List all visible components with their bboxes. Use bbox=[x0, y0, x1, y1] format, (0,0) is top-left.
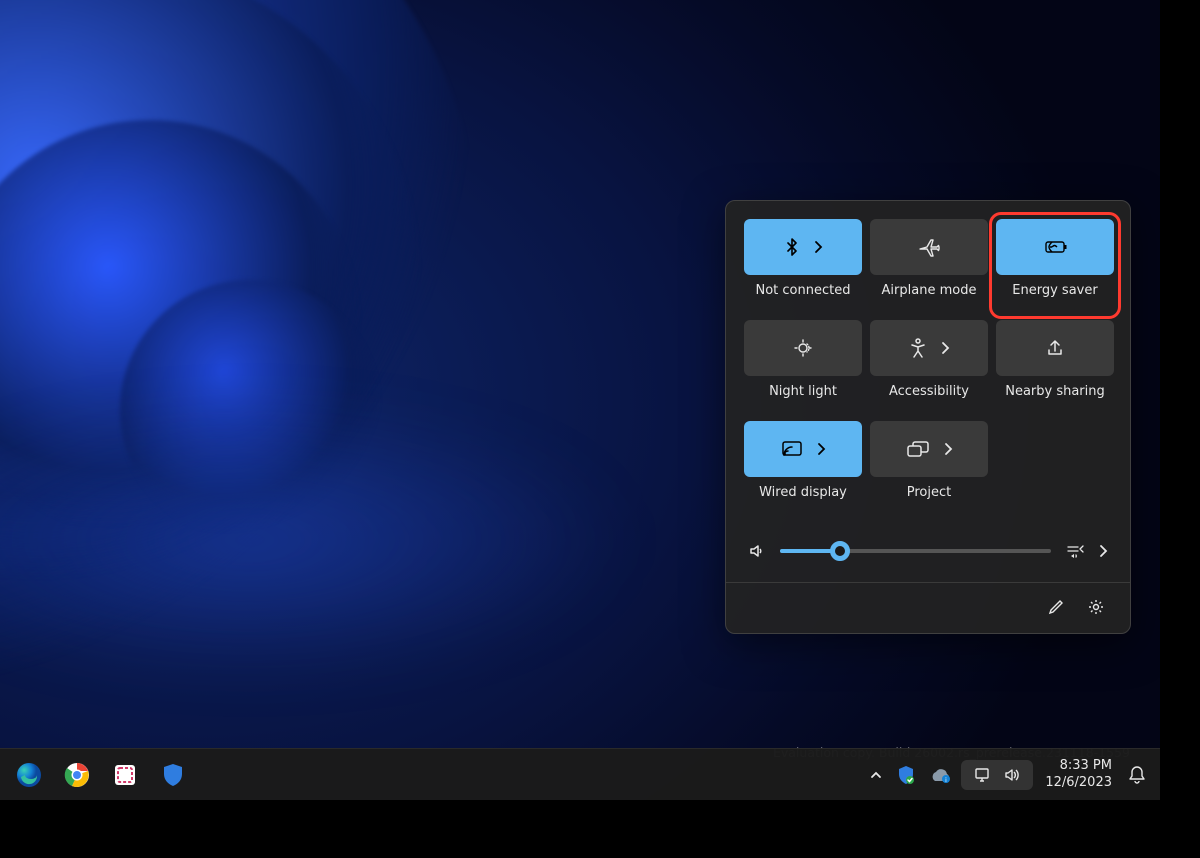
taskbar-chrome-icon[interactable] bbox=[56, 754, 98, 796]
tile-cast[interactable] bbox=[744, 421, 862, 477]
tile-nearby-sharing[interactable] bbox=[996, 320, 1114, 376]
tile-accessibility-wrap: Accessibility bbox=[870, 320, 988, 413]
edit-quick-settings-button[interactable] bbox=[1046, 597, 1066, 617]
notifications-button[interactable] bbox=[1124, 765, 1150, 785]
desktop: Not connected Airplane mode Energy bbox=[0, 0, 1160, 800]
settings-button[interactable] bbox=[1086, 597, 1106, 617]
tile-airplane[interactable] bbox=[870, 219, 988, 275]
cast-icon bbox=[781, 440, 803, 458]
taskbar-security-icon[interactable] bbox=[152, 754, 194, 796]
tile-night-light[interactable] bbox=[744, 320, 862, 376]
quick-settings-tiles: Not connected Airplane mode Energy bbox=[744, 219, 1112, 514]
network-icon bbox=[973, 766, 991, 784]
tile-energy-highlight: Energy saver bbox=[989, 212, 1121, 319]
tile-accessibility-label: Accessibility bbox=[889, 384, 969, 399]
speaker-icon bbox=[1003, 766, 1021, 784]
tray-security-icon[interactable] bbox=[893, 765, 919, 785]
accessibility-icon bbox=[909, 338, 927, 358]
taskbar-pinned-apps bbox=[8, 754, 194, 796]
chevron-right-icon bbox=[814, 240, 823, 254]
audio-output-icon[interactable] bbox=[1065, 542, 1085, 560]
chevron-right-icon bbox=[944, 442, 953, 456]
tile-cast-wrap: Wired display bbox=[744, 421, 862, 514]
chevron-right-icon bbox=[817, 442, 826, 456]
chevron-right-icon bbox=[941, 341, 950, 355]
tile-nightlight-wrap: Night light bbox=[744, 320, 862, 413]
quick-settings-panel: Not connected Airplane mode Energy bbox=[725, 200, 1131, 634]
nearby-sharing-icon bbox=[1045, 338, 1065, 358]
tile-energy-saver[interactable] bbox=[996, 219, 1114, 275]
bluetooth-icon bbox=[784, 237, 800, 257]
tile-bluetooth-wrap: Not connected bbox=[744, 219, 862, 312]
tile-bluetooth-label: Not connected bbox=[756, 283, 851, 298]
clock-time: 8:33 PM bbox=[1045, 758, 1112, 774]
tile-cast-label: Wired display bbox=[759, 485, 847, 500]
system-tray-network-volume[interactable] bbox=[961, 760, 1033, 790]
taskbar-snip-icon[interactable] bbox=[104, 754, 146, 796]
volume-row bbox=[744, 514, 1112, 578]
project-icon bbox=[906, 440, 930, 458]
clock-date: 12/6/2023 bbox=[1045, 775, 1112, 791]
tile-project[interactable] bbox=[870, 421, 988, 477]
tile-energy-label: Energy saver bbox=[1012, 283, 1097, 298]
taskbar-system-tray: i 8:33 PM 12/6/2023 bbox=[865, 758, 1150, 791]
quick-settings-footer bbox=[744, 587, 1112, 621]
airplane-icon bbox=[918, 237, 940, 257]
night-light-icon bbox=[793, 338, 813, 358]
tray-onedrive-icon[interactable]: i bbox=[925, 767, 955, 783]
tile-project-label: Project bbox=[907, 485, 951, 500]
taskbar-edge-icon[interactable] bbox=[8, 754, 50, 796]
volume-slider[interactable] bbox=[780, 549, 1051, 553]
chevron-right-icon[interactable] bbox=[1099, 544, 1108, 558]
speaker-low-icon[interactable] bbox=[748, 542, 766, 560]
taskbar-clock[interactable]: 8:33 PM 12/6/2023 bbox=[1039, 758, 1118, 791]
taskbar: i 8:33 PM 12/6/2023 bbox=[0, 748, 1160, 800]
tile-nightlight-label: Night light bbox=[769, 384, 837, 399]
tray-overflow-button[interactable] bbox=[865, 768, 887, 782]
energy-saver-icon bbox=[1042, 238, 1068, 256]
tile-bluetooth[interactable] bbox=[744, 219, 862, 275]
tile-nearby-label: Nearby sharing bbox=[1005, 384, 1105, 399]
tile-nearby-wrap: Nearby sharing bbox=[996, 320, 1114, 413]
tile-airplane-label: Airplane mode bbox=[882, 283, 977, 298]
tile-accessibility[interactable] bbox=[870, 320, 988, 376]
tile-airplane-wrap: Airplane mode bbox=[870, 219, 988, 312]
tile-project-wrap: Project bbox=[870, 421, 988, 514]
divider bbox=[726, 582, 1130, 583]
